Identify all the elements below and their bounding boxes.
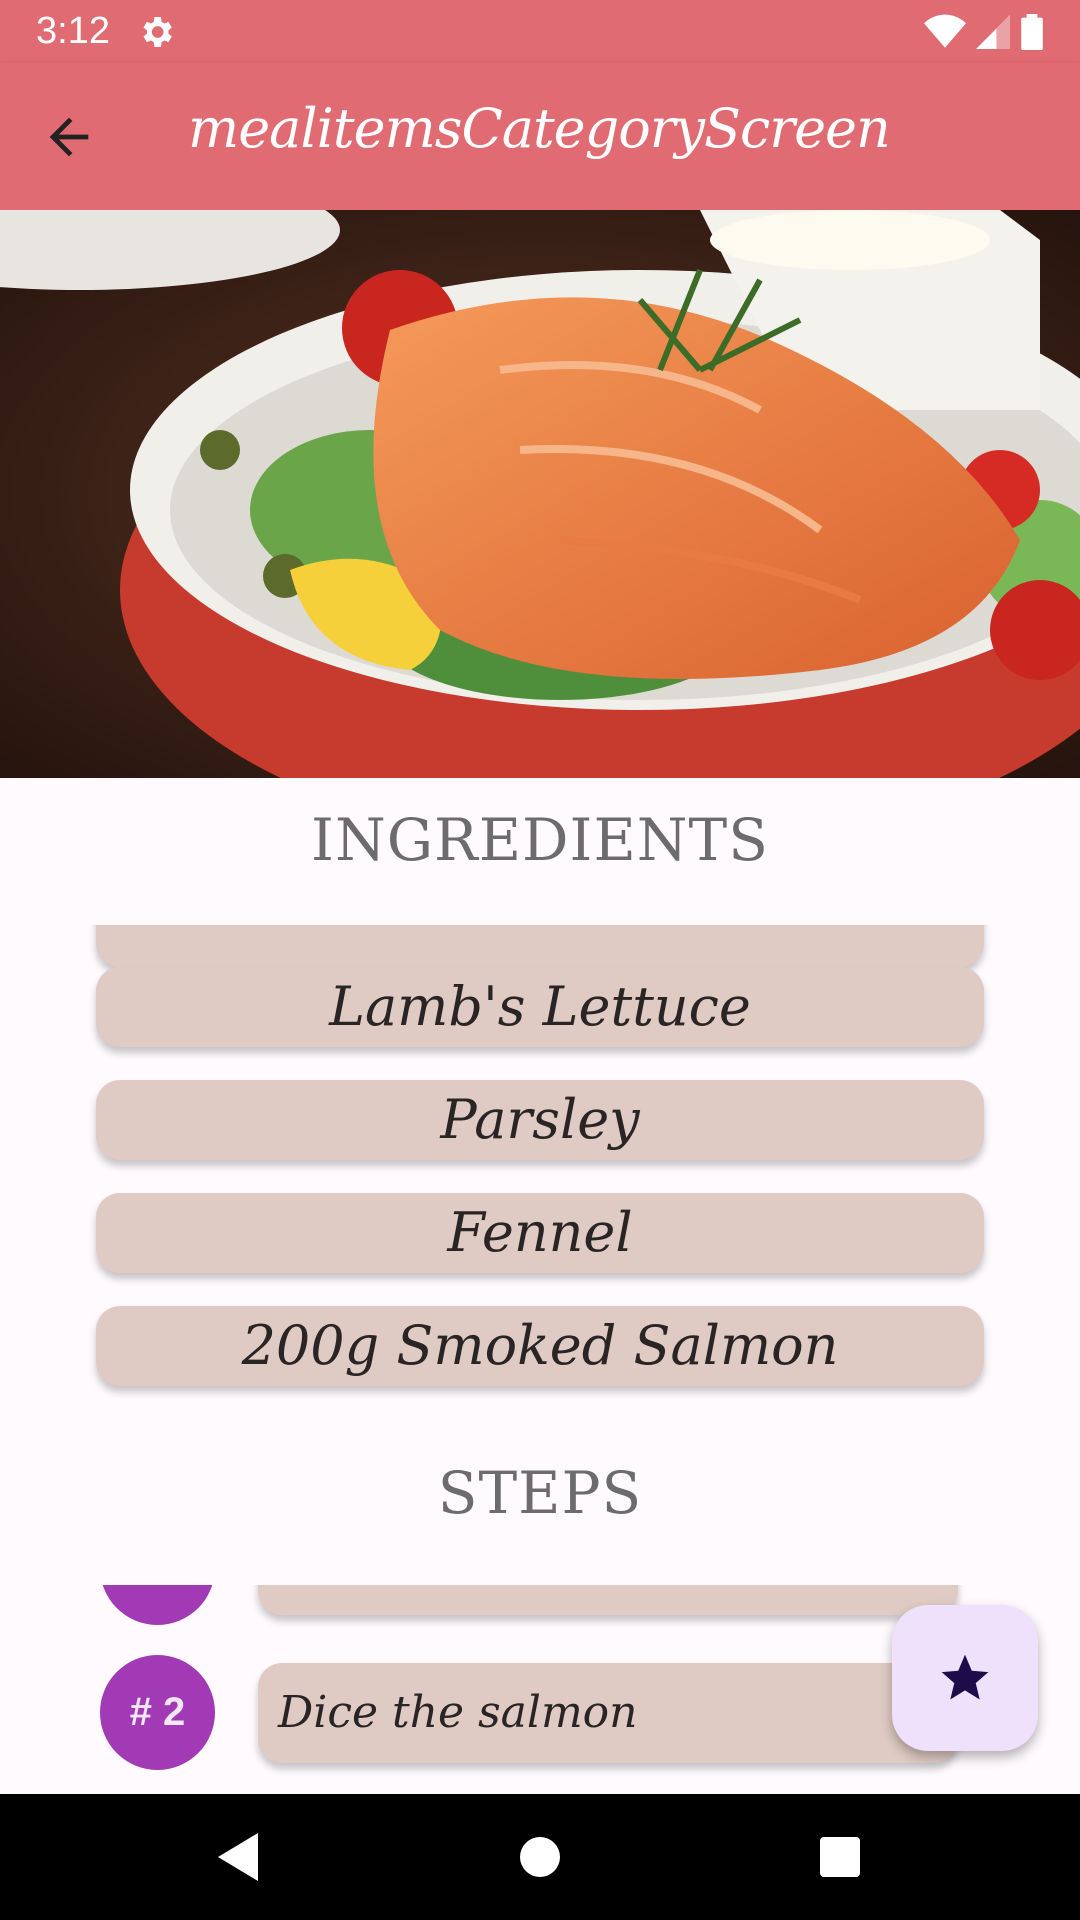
- smoked-salmon-salad-image: [0, 210, 1080, 778]
- ingredient-item: [96, 925, 984, 967]
- meal-image: [0, 210, 1080, 778]
- step-item: Dice the salmon: [258, 1663, 958, 1763]
- nav-home-button[interactable]: [470, 1794, 610, 1920]
- favorite-fab[interactable]: [892, 1605, 1038, 1751]
- ingredient-item: Fennel: [96, 1193, 984, 1273]
- settings-gear-icon: [143, 17, 172, 47]
- nav-back-button[interactable]: [170, 1794, 310, 1920]
- ingredients-list[interactable]: Lamb's Lettuce Parsley Fennel 200g Smoke…: [0, 925, 1080, 1398]
- back-arrow-icon[interactable]: [40, 108, 98, 166]
- battery-icon: [1021, 14, 1043, 50]
- ingredient-item: Parsley: [96, 1080, 984, 1160]
- screen-title: mealitemsCategoryScreen: [188, 97, 891, 160]
- ingredients-header: INGREDIENTS: [0, 778, 1080, 925]
- ingredient-item: 200g Smoked Salmon: [96, 1306, 984, 1386]
- cell-signal-icon: [976, 15, 1010, 49]
- app-bar: mealitemsCategoryScreen: [0, 63, 1080, 210]
- step-number-badge: # 2: [100, 1655, 215, 1770]
- nav-back-icon: [218, 1833, 258, 1881]
- status-time: 3:12: [36, 10, 110, 52]
- system-nav-bar: [0, 1794, 1080, 1920]
- status-bar: 3:12: [0, 0, 1080, 63]
- status-icons: [924, 12, 1044, 52]
- steps-header: STEPS: [0, 1398, 1080, 1585]
- nav-recents-icon: [820, 1837, 860, 1877]
- step-number-badge: [100, 1585, 215, 1625]
- step-item: [258, 1585, 958, 1615]
- nav-home-icon: [520, 1837, 560, 1877]
- ingredient-item: Lamb's Lettuce: [96, 967, 984, 1047]
- wifi-icon: [924, 14, 966, 48]
- nav-recents-button[interactable]: [770, 1794, 910, 1920]
- star-icon: [941, 1654, 989, 1700]
